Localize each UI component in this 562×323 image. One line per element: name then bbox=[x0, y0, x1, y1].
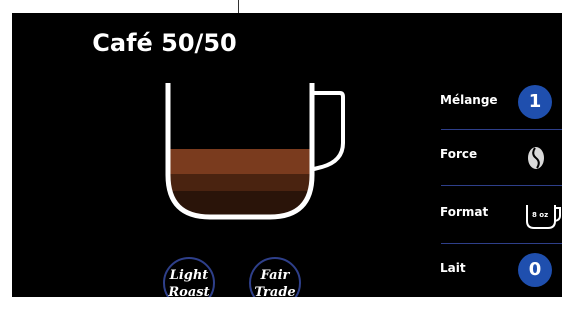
option-melange[interactable]: Mélange 1 bbox=[438, 83, 562, 129]
top-edge-tick bbox=[238, 0, 239, 13]
option-divider bbox=[441, 185, 562, 186]
coffee-cup-illustration bbox=[165, 83, 345, 220]
option-label-force: Force bbox=[440, 147, 478, 161]
coffee-layer-top bbox=[168, 149, 312, 174]
option-label-format: Format bbox=[440, 205, 489, 219]
drink-title: Café 50/50 bbox=[92, 29, 237, 57]
coffee-bean-icon[interactable] bbox=[526, 145, 546, 171]
option-divider bbox=[441, 129, 562, 130]
option-label-lait: Lait bbox=[440, 261, 466, 275]
badge-line: Fair bbox=[260, 268, 290, 283]
lait-value-button[interactable]: 0 bbox=[518, 253, 552, 287]
option-divider bbox=[441, 243, 562, 244]
cup-handle bbox=[310, 91, 345, 171]
melange-value-button[interactable]: 1 bbox=[518, 85, 552, 119]
option-force[interactable]: Force bbox=[438, 137, 562, 185]
option-label-melange: Mélange bbox=[440, 93, 498, 107]
fair-trade-badge: Fair Trade bbox=[249, 257, 301, 297]
option-format[interactable]: Format 8 oz bbox=[438, 193, 562, 241]
coffee-layer-middle bbox=[168, 174, 312, 191]
coffee-selection-screen: Café 50/50 Light Roast Fair Trade Mélang… bbox=[12, 13, 562, 297]
light-roast-badge: Light Roast bbox=[163, 257, 215, 297]
badge-line: Light bbox=[169, 268, 209, 283]
badge-line: Trade bbox=[254, 285, 296, 297]
cup-size-text: 8 oz bbox=[532, 211, 549, 219]
badge-line: Roast bbox=[168, 285, 210, 297]
option-lait[interactable]: Lait 0 bbox=[438, 251, 562, 295]
